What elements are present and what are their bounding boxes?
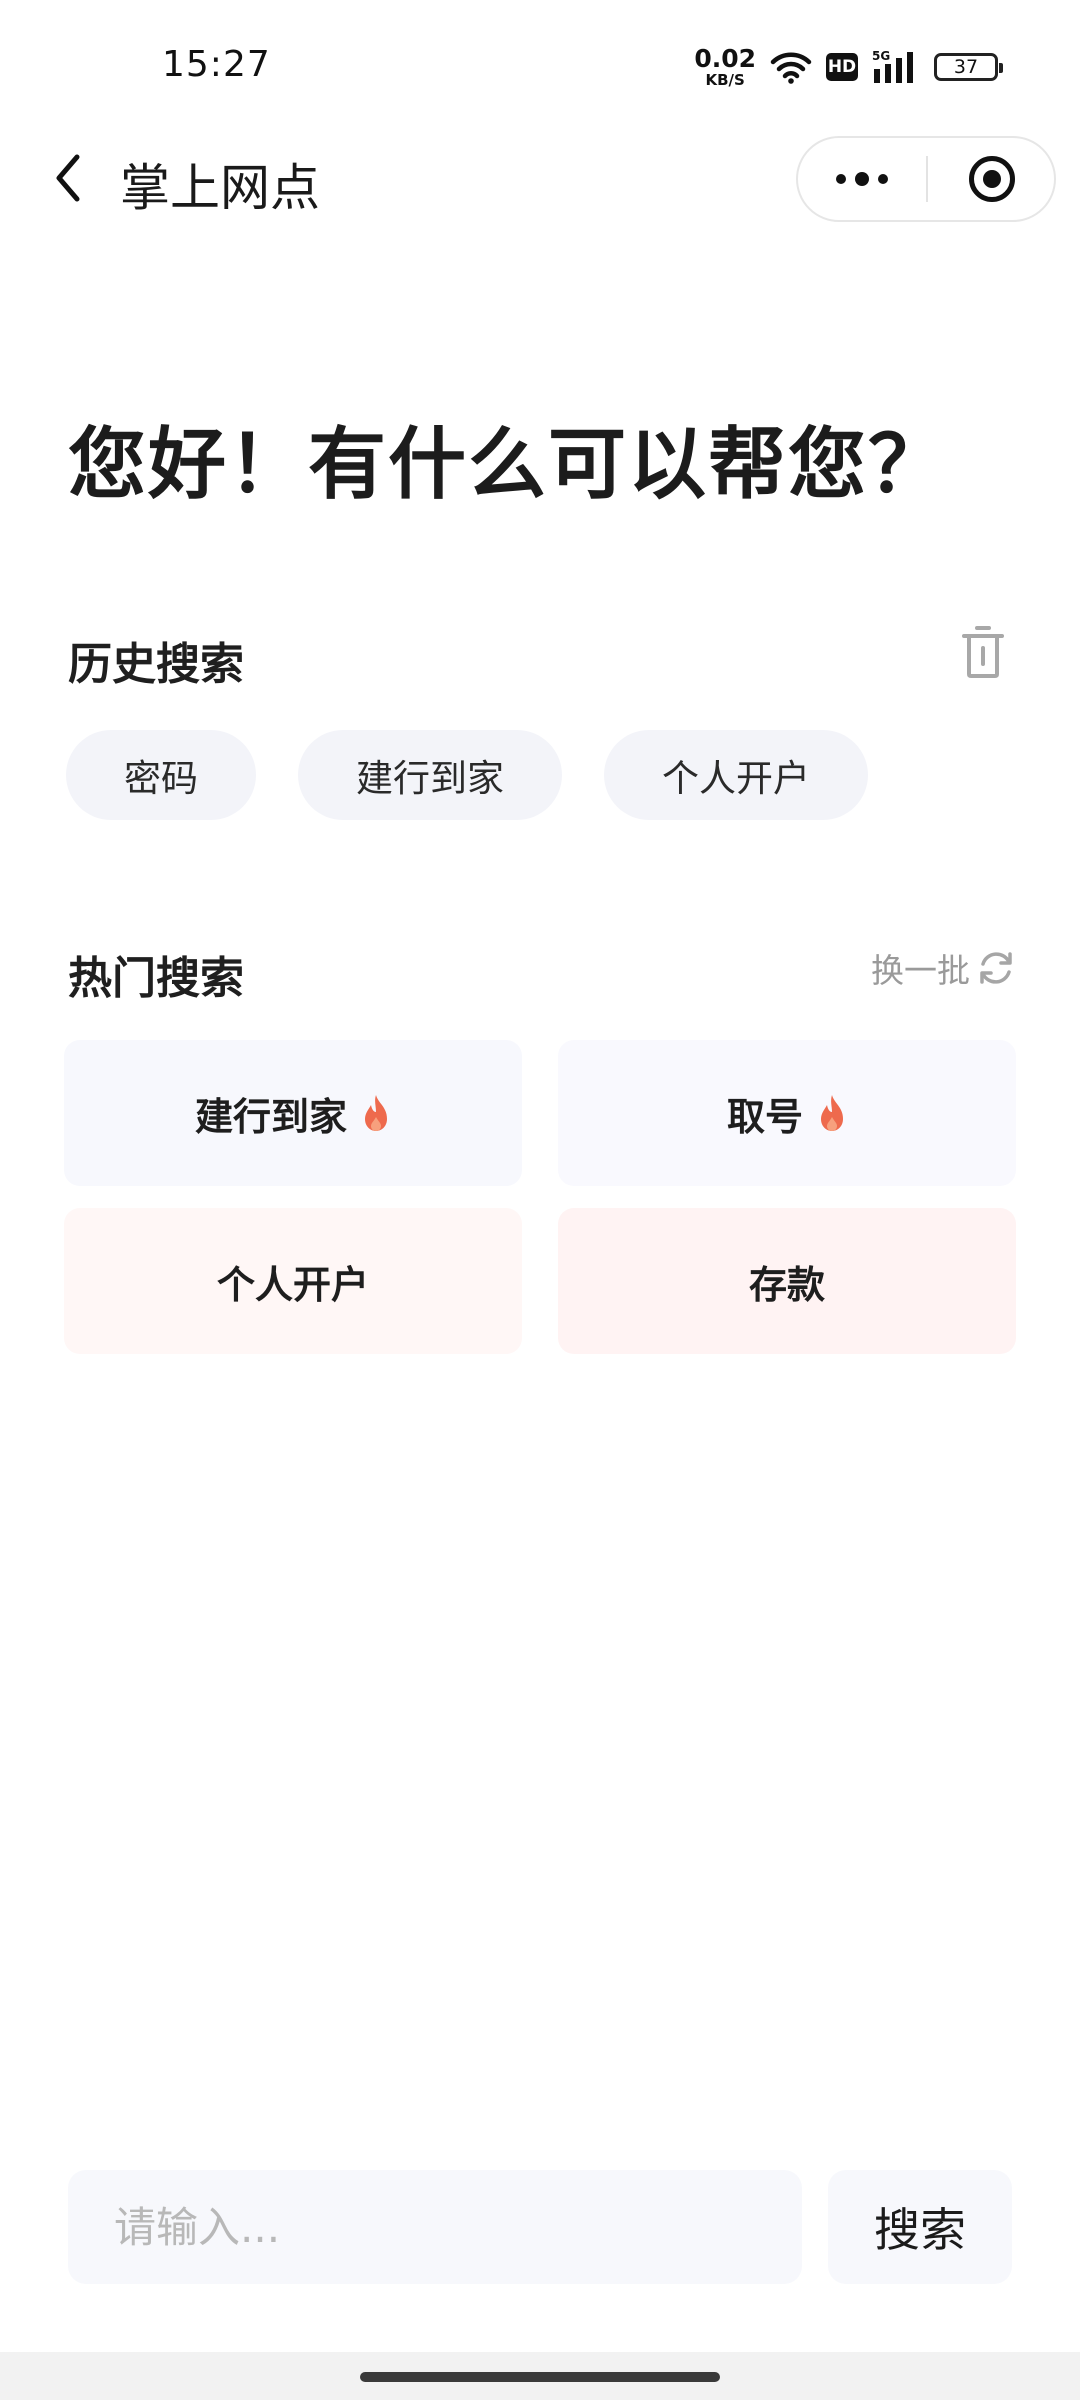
hot-card[interactable]: 建行到家 [64,1040,522,1186]
page: 15:27 0.02 KB/S HD 5G 37 掌上网点 您好！有什么可以帮您… [0,0,1080,2400]
history-chip[interactable]: 建行到家 [298,730,562,820]
battery-icon: 37 [934,53,1003,81]
more-button[interactable] [798,138,926,220]
clear-history-button[interactable] [958,624,1008,680]
hot-card[interactable]: 个人开户 [64,1208,522,1354]
close-miniprogram-button[interactable] [928,138,1056,220]
hot-search-grid: 建行到家 取号 个人开户 存款 [64,1040,1018,1354]
network-speed-unit: KB/S [705,71,745,89]
battery-level: 37 [953,56,979,78]
hd-badge: HD [826,53,858,81]
page-title: 掌上网点 [120,159,320,217]
history-search-title: 历史搜索 [68,639,244,690]
hot-card-label: 存款 [748,1262,825,1307]
more-dots-icon [836,174,846,184]
hot-search-title: 热门搜索 [68,953,244,1004]
history-chips: 密码 建行到家 个人开户 [66,730,868,820]
refresh-hot-button[interactable]: 换一批 [871,944,1016,992]
trash-icon [962,626,1004,678]
network-speed: 0.02 KB/S [694,46,756,88]
history-chip[interactable]: 密码 [66,730,256,820]
miniprogram-capsule [796,136,1056,222]
hot-card-label: 建行到家 [194,1094,347,1139]
title-bar: 掌上网点 [0,130,1080,230]
greeting-heading: 您好！有什么可以帮您？ [68,420,949,510]
home-indicator[interactable] [360,2372,720,2382]
hot-card-label: 个人开户 [216,1262,369,1307]
refresh-label: 换一批 [871,951,970,990]
navigation-bar [0,2352,1080,2400]
hot-card[interactable]: 取号 [558,1040,1016,1186]
status-icons: 0.02 KB/S HD 5G 37 [694,46,1003,88]
flame-icon [821,1095,843,1131]
wifi-icon [770,52,812,84]
status-time: 15:27 [162,44,271,85]
back-button[interactable] [36,146,100,210]
refresh-icon [980,952,1012,984]
status-bar: 15:27 0.02 KB/S HD 5G 37 [0,0,1080,130]
network-speed-value: 0.02 [694,44,756,73]
search-button[interactable]: 搜索 [828,2170,1012,2284]
flame-icon [365,1095,387,1131]
back-arrow-icon [56,154,80,202]
target-close-icon [969,156,1015,202]
search-input[interactable] [68,2170,802,2284]
hot-card-label: 取号 [726,1094,803,1139]
signal-5g-label: 5G [872,49,890,63]
history-chip[interactable]: 个人开户 [604,730,868,820]
cellular-signal-icon: 5G [872,49,913,83]
hot-card[interactable]: 存款 [558,1208,1016,1354]
